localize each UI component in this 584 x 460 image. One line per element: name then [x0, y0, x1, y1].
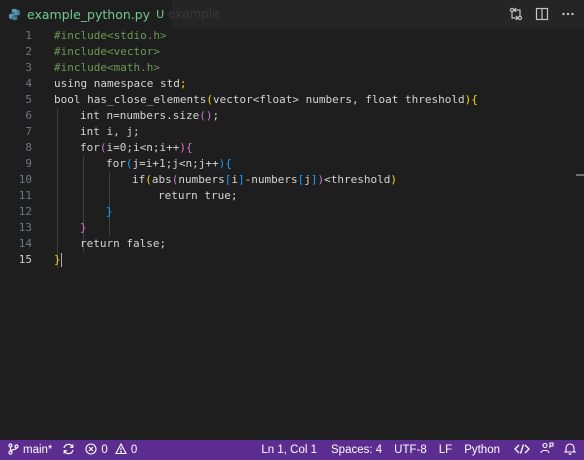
line-number: 13	[18, 221, 32, 234]
code-text: #include<math.h>	[54, 61, 160, 74]
editor-actions	[508, 6, 576, 22]
code-line: 8 for(i=0;i<n;i++){	[0, 140, 584, 156]
code-text: int n=numbers.size();	[80, 109, 220, 122]
notifications-button[interactable]	[559, 442, 584, 458]
tab-filename: example_python.py	[27, 6, 151, 22]
line-number: 1	[25, 29, 32, 42]
code-line: 12 }	[0, 204, 584, 220]
code-line: 2 #include<vector>	[0, 44, 584, 60]
code-line: 9 for(j=i+1;j<n;j++){	[0, 156, 584, 172]
more-actions-icon[interactable]	[560, 6, 576, 22]
code-text: int i, j;	[80, 125, 140, 138]
warning-count: 0	[130, 444, 138, 456]
code-line: 10 if(abs(numbers[i]-numbers[j])<thresho…	[0, 172, 584, 188]
branch-name: main*	[23, 444, 53, 456]
bell-icon	[563, 442, 577, 458]
brackets-icon	[514, 443, 530, 458]
split-editor-icon[interactable]	[534, 6, 550, 22]
line-number: 7	[25, 125, 32, 138]
editor-tab[interactable]: example_python.py U	[0, 0, 172, 28]
line-number: 6	[25, 109, 32, 122]
line-number: 2	[25, 45, 32, 58]
code-text: using namespace std;	[54, 77, 187, 90]
eol-setting[interactable]: LF	[434, 444, 457, 456]
line-number: 5	[25, 93, 32, 106]
error-icon	[85, 442, 97, 458]
code-text: return false;	[80, 237, 167, 250]
status-bar: main* 0 0 Ln 1, Col 1 Spaces: 4 UTF-8 LF…	[0, 440, 584, 460]
scrollbar-marker[interactable]	[576, 174, 584, 176]
code-text: for(i=0;i<n;i++){	[80, 141, 193, 154]
cursor-position[interactable]: Ln 1, Col 1	[256, 444, 322, 456]
code-text: if(abs(numbers[i]-numbers[j])<threshold)	[132, 173, 397, 186]
code-text: #include<vector>	[54, 45, 160, 58]
encoding-setting[interactable]: UTF-8	[389, 444, 432, 456]
sync-button[interactable]	[57, 443, 80, 458]
line-number: 15	[18, 253, 32, 266]
line-number: 3	[25, 61, 32, 74]
line-number: 4	[25, 77, 32, 90]
code-text: return true;	[158, 189, 238, 202]
code-line: 13 }	[0, 220, 584, 236]
code-line: 11 return true;	[0, 188, 584, 204]
feedback-button[interactable]	[535, 442, 559, 458]
indentation-setting[interactable]: Spaces: 4	[326, 444, 387, 456]
code-icon-button[interactable]	[509, 443, 535, 458]
code-line: 14 return false;	[0, 236, 584, 252]
line-number: 14	[18, 237, 32, 250]
compare-changes-icon[interactable]	[508, 6, 524, 22]
warning-icon	[114, 442, 127, 458]
line-number: 8	[25, 141, 32, 154]
sync-icon	[62, 443, 75, 458]
code-text: for(j=i+1;j<n;j++){	[106, 157, 232, 170]
text-cursor	[61, 253, 62, 267]
tab-bar: example_python.py U example	[0, 0, 584, 28]
code-text: #include<stdio.h>	[54, 29, 167, 42]
error-count: 0	[101, 444, 108, 456]
line-number: 11	[18, 189, 32, 202]
line-number: 9	[25, 157, 32, 170]
line-number: 10	[18, 173, 32, 186]
git-branch-icon	[8, 442, 19, 458]
problems-indicator[interactable]: 0 0	[80, 442, 142, 458]
language-mode[interactable]: Python	[459, 444, 505, 456]
code-line: 1 #include<stdio.h>	[0, 28, 584, 44]
code-text: }	[80, 221, 87, 234]
code-text: }	[54, 253, 61, 266]
feedback-icon	[540, 442, 554, 458]
tab-ghost-text: example	[168, 7, 220, 21]
code-line: 4 using namespace std;	[0, 76, 584, 92]
code-line: 3 #include<math.h>	[0, 60, 584, 76]
python-file-icon	[8, 7, 21, 21]
code-line: 15 }	[0, 252, 584, 268]
line-number: 12	[18, 205, 32, 218]
tab-untracked-badge: U	[156, 7, 165, 21]
code-text: }	[106, 205, 113, 218]
code-line: 5 bool has_close_elements(vector<float> …	[0, 92, 584, 108]
code-line: 6 int n=numbers.size();	[0, 108, 584, 124]
code-editor[interactable]: 1 #include<stdio.h> 2 #include<vector> 3…	[0, 28, 584, 440]
code-line: 7 int i, j;	[0, 124, 584, 140]
branch-indicator[interactable]: main*	[0, 442, 57, 458]
code-text: bool has_close_elements(vector<float> nu…	[54, 93, 478, 106]
